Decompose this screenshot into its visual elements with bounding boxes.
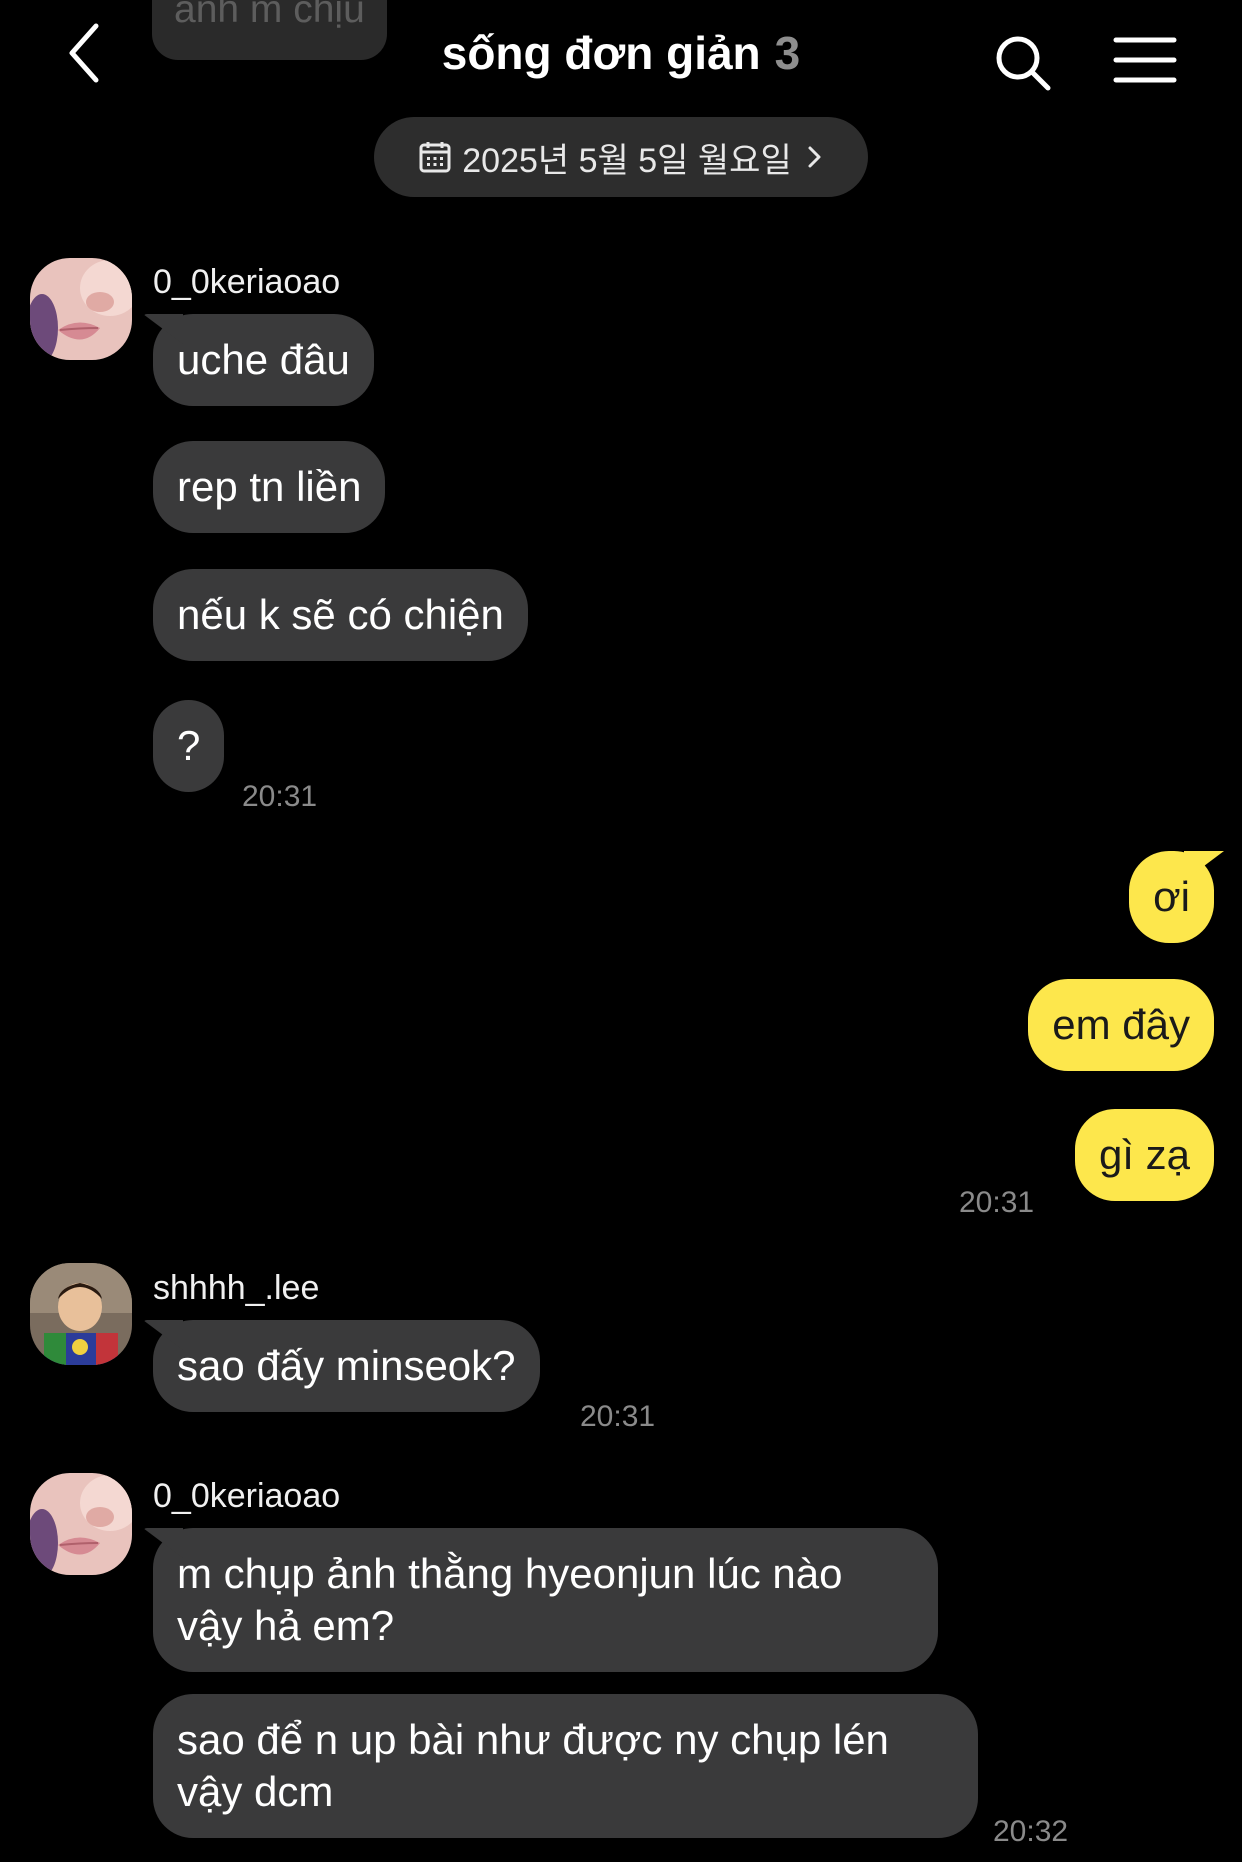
- date-label: 2025년 5월 5일 월요일: [462, 141, 792, 180]
- message-bubble[interactable]: rep tn liền: [153, 441, 386, 533]
- menu-icon: [1113, 37, 1177, 83]
- sender-name: shhhh_.lee: [153, 1269, 320, 1307]
- search-button[interactable]: [990, 30, 1060, 100]
- message-timestamp: 20:32: [993, 1815, 1069, 1848]
- sender-name: 0_0keriaoao: [153, 263, 341, 301]
- date-pill[interactable]: 2025년 5월 5일 월요일: [374, 117, 868, 197]
- my-message-bubble[interactable]: ơi: [1129, 851, 1214, 943]
- message-timestamp: 20:31: [580, 1400, 656, 1433]
- search-icon: [996, 36, 1051, 91]
- calendar-icon: [418, 140, 452, 174]
- chevron-right-icon: [806, 142, 824, 172]
- back-button[interactable]: [60, 18, 120, 88]
- avatar[interactable]: [30, 258, 132, 360]
- message-bubble[interactable]: ?: [153, 700, 225, 792]
- member-count: 3: [774, 27, 801, 79]
- my-message-bubble[interactable]: em đây: [1028, 979, 1214, 1071]
- avatar[interactable]: [30, 1473, 132, 1575]
- chat-name: sống đơn giản: [441, 27, 761, 79]
- message-bubble[interactable]: uche đâu: [153, 314, 374, 406]
- scrolled-message-bubble: anh m chịu: [152, 0, 387, 60]
- message-bubble[interactable]: m chụp ảnh thằng hyeonjun lúc nào vậy hả…: [153, 1528, 938, 1672]
- message-timestamp: 20:31: [242, 780, 318, 813]
- message-bubble[interactable]: sao để n up bài như được ny chụp lén vậy…: [153, 1694, 978, 1838]
- menu-button[interactable]: [1110, 30, 1180, 90]
- message-timestamp: 20:31: [959, 1186, 1035, 1219]
- avatar[interactable]: [30, 1263, 132, 1365]
- message-bubble[interactable]: nếu k sẽ có chiện: [153, 569, 528, 661]
- back-icon: [69, 23, 99, 83]
- chat-header: anh m chịu sống đơn giản 3: [0, 0, 1242, 100]
- sender-name: 0_0keriaoao: [153, 1477, 341, 1515]
- message-bubble[interactable]: sao đấy minseok?: [153, 1320, 540, 1412]
- my-message-bubble[interactable]: gì zạ: [1074, 1109, 1214, 1201]
